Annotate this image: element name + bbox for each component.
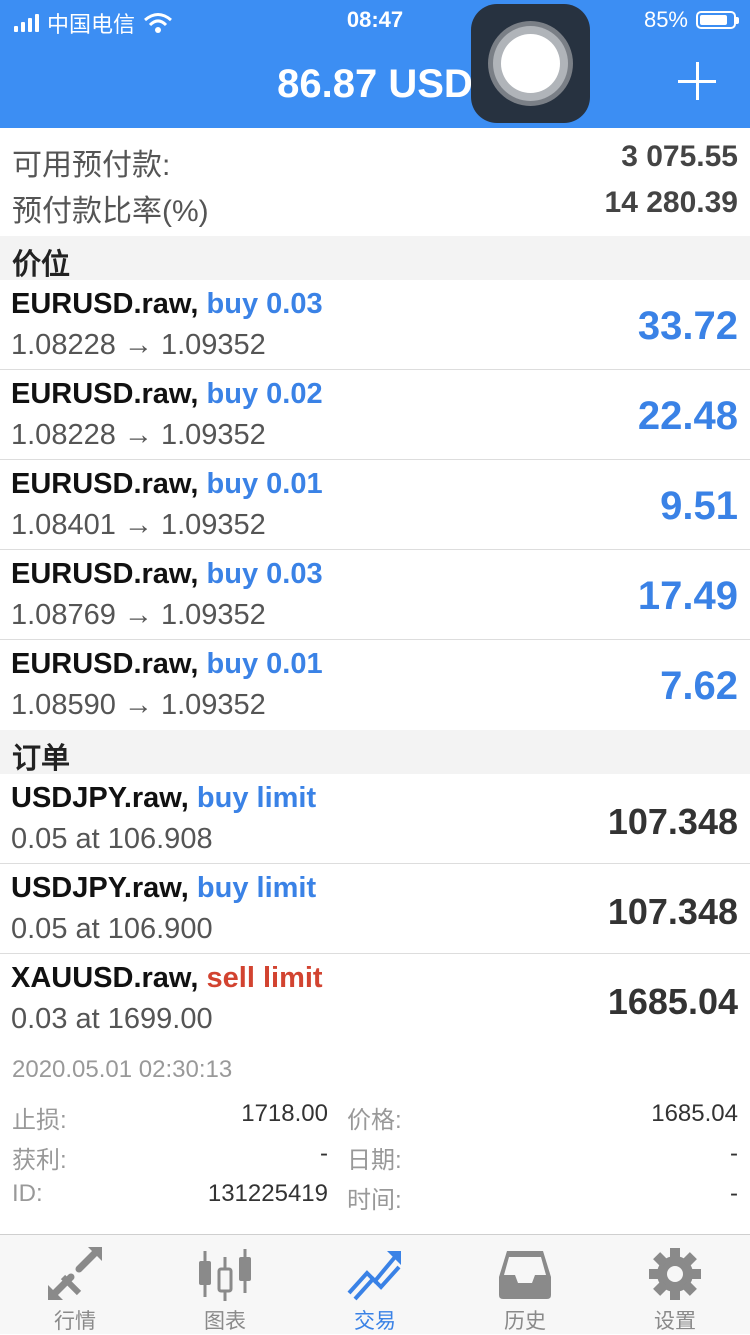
position-profit: 33.72: [637, 304, 738, 348]
nav-bar: 86.87 USD: [0, 42, 750, 128]
tab-charts[interactable]: 图表: [150, 1235, 300, 1335]
history-inbox-icon: [499, 1251, 551, 1299]
position-action: buy 0.01: [206, 648, 323, 680]
summary-label: 可用预付款:: [12, 149, 171, 182]
tab-settings[interactable]: 设置: [600, 1235, 750, 1335]
tab-history[interactable]: 历史: [450, 1235, 600, 1335]
tab-label: 设置: [654, 1310, 696, 1333]
quotes-arrows-icon: [48, 1247, 102, 1300]
order-price: 107.348: [607, 801, 738, 842]
position-row[interactable]: EURUSD.raw, buy 0.01 1.08401 → 1.09352 9…: [0, 460, 750, 550]
position-prices: 1.08228 → 1.09352: [11, 329, 266, 361]
order-row[interactable]: USDJPY.raw, buy limit 0.05 at 106.900 10…: [0, 864, 750, 954]
position-row[interactable]: EURUSD.raw, buy 0.01 1.08590 → 1.09352 7…: [0, 640, 750, 730]
tab-trade[interactable]: 交易: [300, 1235, 450, 1335]
order-symbol: USDJPY.raw,: [11, 782, 189, 814]
position-row[interactable]: EURUSD.raw, buy 0.02 1.08228 → 1.09352 2…: [0, 370, 750, 460]
position-prices: 1.08769 → 1.09352: [11, 599, 266, 631]
battery-icon: [696, 11, 739, 29]
position-action: buy 0.01: [206, 468, 323, 500]
battery-group: 85%: [643, 7, 739, 33]
position-symbol: EURUSD.raw,: [11, 648, 199, 680]
position-prices: 1.08228 → 1.09352: [11, 419, 266, 451]
order-action: buy limit: [196, 782, 317, 814]
position-profit: 17.49: [637, 574, 738, 618]
order-row[interactable]: USDJPY.raw, buy limit 0.05 at 106.908 10…: [0, 774, 750, 864]
position-prices: 1.08590 → 1.09352: [11, 689, 266, 721]
order-detail: 0.05 at 106.900: [11, 913, 213, 945]
order-symbol: USDJPY.raw,: [11, 872, 189, 904]
take-profit-label: 获利:: [12, 1147, 67, 1174]
time-label: 时间:: [347, 1187, 402, 1214]
take-profit-value: -: [320, 1140, 328, 1167]
battery-percent: 85%: [643, 7, 688, 32]
positions-section-header: 价位: [0, 236, 750, 281]
position-symbol: EURUSD.raw,: [11, 288, 199, 320]
trade-trend-icon: [347, 1251, 401, 1301]
clock: 08:47: [346, 7, 404, 32]
position-action: buy 0.02: [206, 378, 323, 410]
position-action: buy 0.03: [206, 558, 323, 590]
position-profit: 22.48: [637, 394, 738, 438]
position-profit: 7.62: [660, 664, 738, 708]
gear-icon: [649, 1248, 701, 1300]
page-title: 86.87 USD: [277, 62, 473, 106]
order-row-selected[interactable]: XAUUSD.raw, sell limit 0.03 at 1699.00 1…: [0, 954, 750, 1044]
orders-section-header: 订单: [0, 730, 750, 775]
position-row[interactable]: EURUSD.raw, buy 0.03 1.08228 → 1.09352 3…: [0, 280, 750, 370]
position-profit: 9.51: [660, 484, 738, 528]
tab-label: 行情: [54, 1310, 96, 1333]
order-symbol: XAUUSD.raw,: [11, 962, 199, 994]
position-row[interactable]: EURUSD.raw, buy 0.03 1.08769 → 1.09352 1…: [0, 550, 750, 640]
position-action: buy 0.03: [206, 288, 323, 320]
assistive-touch-button[interactable]: [471, 4, 590, 123]
position-prices: 1.08401 → 1.09352: [11, 509, 266, 541]
order-detail-panel: 2020.05.01 02:30:13 止损: 1718.00 价格: 1685…: [0, 1044, 750, 1234]
order-price: 1685.04: [607, 981, 738, 1022]
stop-loss-value: 1718.00: [241, 1100, 328, 1127]
position-symbol: EURUSD.raw,: [11, 558, 199, 590]
order-price: 107.348: [607, 891, 738, 932]
trade-content[interactable]: 可用预付款: 3 075.55 预付款比率(%) 14 280.39 价位 EU…: [0, 128, 750, 1234]
summary-row-free-margin: 可用预付款: 3 075.55: [12, 140, 738, 184]
position-symbol: EURUSD.raw,: [11, 468, 199, 500]
candlestick-chart-icon: [199, 1249, 251, 1301]
stop-loss-label: 止损:: [12, 1107, 67, 1134]
id-label: ID:: [12, 1180, 43, 1207]
price-value: 1685.04: [651, 1100, 738, 1127]
summary-value: 3 075.55: [621, 140, 738, 173]
tab-bar: 行情 图表 交易 历史 设置: [0, 1234, 750, 1334]
tab-label: 图表: [204, 1310, 246, 1333]
time-value: -: [730, 1180, 738, 1207]
tab-label: 交易: [354, 1310, 396, 1333]
order-timestamp: 2020.05.01 02:30:13: [12, 1056, 233, 1083]
order-action: sell limit: [206, 962, 323, 994]
order-detail: 0.03 at 1699.00: [11, 1003, 213, 1035]
status-bar: 中国电信 08:47 85%: [0, 0, 750, 42]
position-symbol: EURUSD.raw,: [11, 378, 199, 410]
price-label: 价格:: [347, 1107, 402, 1134]
add-order-icon[interactable]: [678, 62, 716, 100]
summary-label: 预付款比率(%): [12, 195, 209, 228]
summary-value: 14 280.39: [604, 186, 738, 219]
date-value: -: [730, 1140, 738, 1167]
date-label: 日期:: [347, 1147, 402, 1174]
id-value: 131225419: [207, 1180, 328, 1207]
summary-row-margin-level: 预付款比率(%) 14 280.39: [12, 186, 738, 230]
order-detail: 0.05 at 106.908: [11, 823, 213, 855]
tab-quotes[interactable]: 行情: [0, 1235, 150, 1335]
order-action: buy limit: [196, 872, 317, 904]
tab-label: 历史: [504, 1310, 546, 1333]
